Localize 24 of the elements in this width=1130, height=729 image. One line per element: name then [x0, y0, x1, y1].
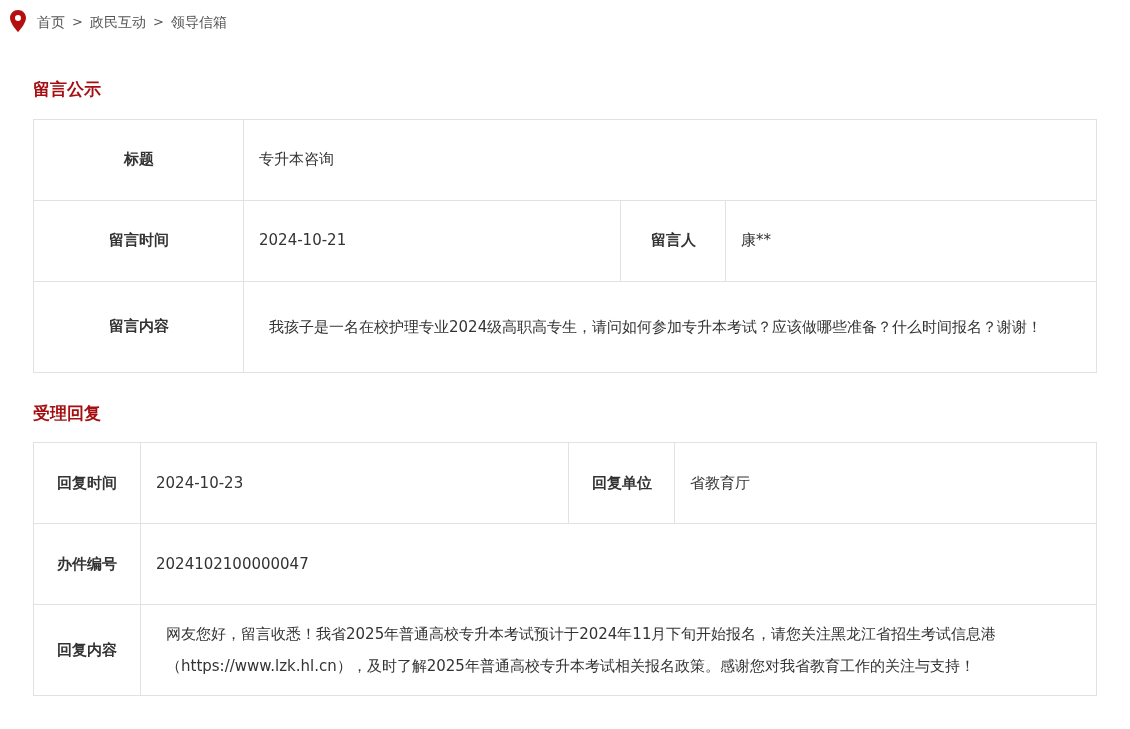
breadcrumb-link[interactable]: 政民互动	[89, 11, 146, 33]
location-pin-icon	[10, 10, 26, 32]
section-title: 受理回复	[33, 401, 102, 425]
breadcrumb-link[interactable]: 首页	[37, 11, 65, 33]
message-text: 我孩子是一名在校护理专业2024级高职高专生，请问如何参加专升本考试？应该做哪些准备？什么时间报名？谢谢！	[244, 281, 1097, 373]
message-text: 网友您好，留言收悉！我省2025年普通高校专升本考试预计于2024年11月下旬开始报名，请您关注黑龙江省招生考试信息港（https://www.lzk.hl.cn），及时了解2025年普通高校专升本考试相关报名政策。感谢您对我省教育工作的关注与支持！	[141, 605, 1097, 696]
field-label: 留言人	[621, 200, 726, 282]
field-label: 办件编号	[34, 524, 141, 605]
field-value: 2024-10-23	[141, 443, 569, 524]
field-value: 康**	[726, 200, 1097, 282]
breadcrumb-separator: >	[72, 13, 83, 32]
field-value: 2024102100000047	[141, 524, 1097, 605]
field-label: 回复时间	[34, 443, 141, 524]
field-label: 回复单位	[569, 443, 675, 524]
field-label: 留言时间	[34, 200, 244, 282]
field-value: 2024-10-21	[244, 200, 621, 282]
breadcrumb-link[interactable]: 领导信箱	[170, 11, 227, 33]
field-value: 专升本咨询	[244, 119, 1097, 201]
section-title: 留言公示	[33, 78, 102, 101]
field-value: 省教育厅	[675, 443, 1097, 524]
field-label: 标题	[34, 119, 244, 201]
field-label: 回复内容	[34, 605, 141, 696]
breadcrumb-separator: >	[152, 13, 164, 32]
field-label: 留言内容	[34, 281, 244, 373]
